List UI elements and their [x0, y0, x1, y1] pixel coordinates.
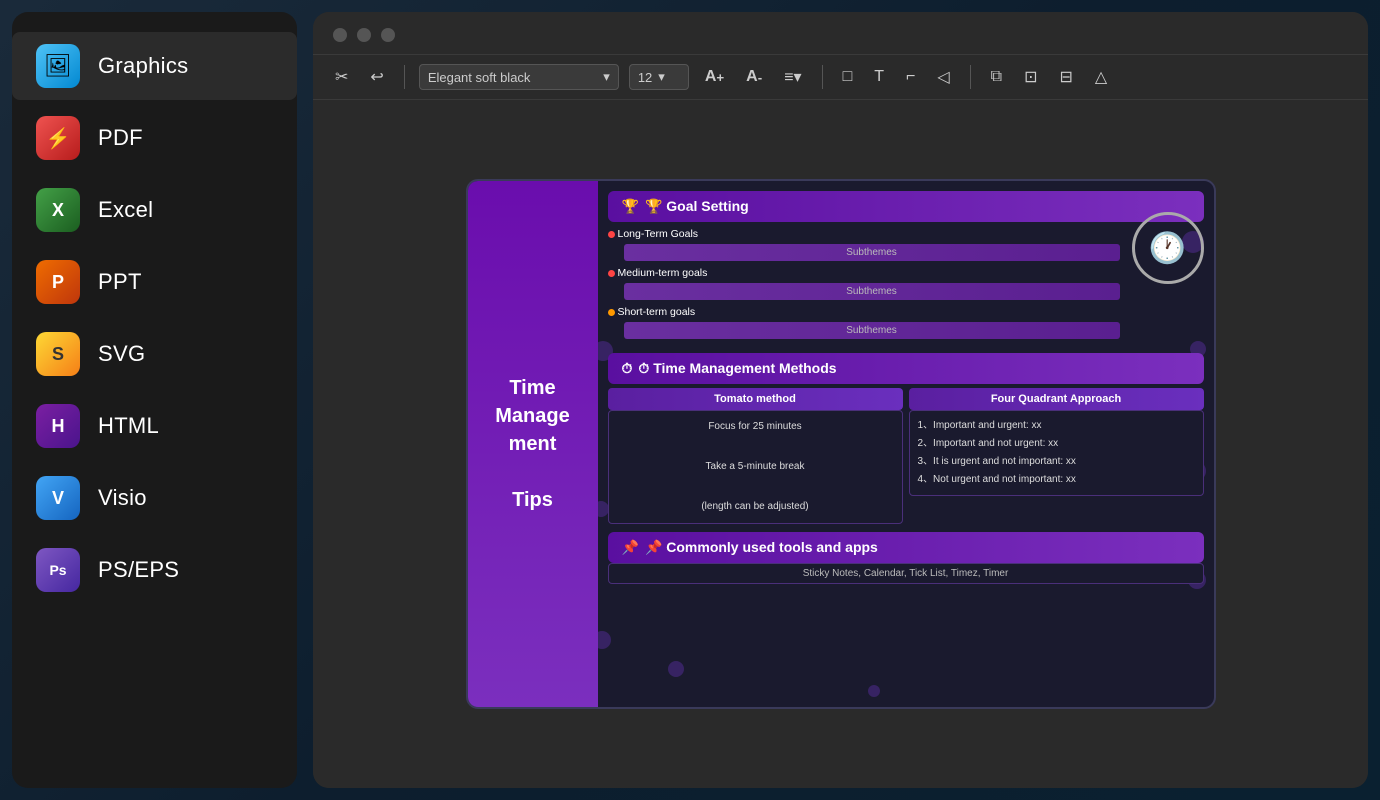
goal-label-long: Long-Term Goals	[608, 228, 699, 240]
sidebar-label-graphics: Graphics	[98, 53, 188, 79]
clock-icon: 🕐	[1132, 212, 1204, 284]
font-name-value: Elegant soft black	[428, 70, 531, 85]
toolbar-sep-2	[822, 65, 823, 89]
graphics-icon: 🖼	[36, 44, 80, 88]
goal-rows: Long-Term Goals Subthemes	[608, 228, 1204, 339]
group-button[interactable]: ⊡	[1018, 63, 1043, 91]
sidebar-label-html: HTML	[98, 413, 159, 439]
tomato-header: Tomato method	[608, 388, 903, 410]
goal-row-medium: Medium-term goals	[608, 267, 1120, 279]
sidebar-label-pdf: PDF	[98, 125, 143, 151]
goal-setting-header: 🏆 🏆 Goal Setting	[608, 191, 1204, 222]
sidebar-label-pseps: PS/EPS	[98, 557, 179, 583]
ppt-icon: P	[36, 260, 80, 304]
subtheme-short: Subthemes	[624, 322, 1120, 339]
pseps-icon: Ps	[36, 548, 80, 592]
goal-label-short: Short-term goals	[608, 306, 696, 318]
subtheme-row-medium: Subthemes	[608, 283, 1120, 300]
font-size-dropdown[interactable]: 12 ▾	[629, 64, 689, 90]
send-back-button[interactable]: △	[1089, 63, 1113, 91]
sidebar-item-visio[interactable]: V Visio	[12, 464, 297, 532]
connector-button[interactable]: ⌐	[900, 64, 921, 90]
goal-row-short: Short-term goals	[608, 306, 1120, 318]
dot-minimize[interactable]	[357, 28, 371, 42]
goal-setting-section: 🏆 🏆 Goal Setting 🕐 Long-Ter	[608, 191, 1204, 345]
tools-title: 📌 Commonly used tools and apps	[645, 539, 878, 556]
svg-icon: S	[36, 332, 80, 376]
sidebar-item-pdf[interactable]: ⚡ PDF	[12, 104, 297, 172]
mindmap-canvas: TimeManagementTips 🏆 🏆 Goal Setting 🕐	[466, 179, 1216, 709]
rectangle-button[interactable]: □	[837, 64, 859, 90]
sidebar-item-html[interactable]: H HTML	[12, 392, 297, 460]
cut-button[interactable]: ✂	[329, 63, 354, 91]
bullet-long	[608, 231, 615, 238]
visio-icon: V	[36, 476, 80, 520]
pdf-icon: ⚡	[36, 116, 80, 160]
bullet-medium	[608, 270, 615, 277]
sidebar-label-ppt: PPT	[98, 269, 142, 295]
toolbar-sep-1	[404, 65, 405, 89]
methods-title: ⏱ Time Management Methods	[638, 360, 836, 377]
text-button[interactable]: T	[868, 64, 890, 90]
goal-text-short: Short-term goals	[618, 306, 696, 318]
tools-section: 📌 📌 Commonly used tools and apps Sticky …	[608, 532, 1204, 584]
quadrant-header: Four Quadrant Approach	[909, 388, 1204, 410]
toolbar-sep-3	[970, 65, 971, 89]
tomato-body: Focus for 25 minutes Take a 5-minute bre…	[608, 410, 903, 524]
sidebar-label-svg: SVG	[98, 341, 145, 367]
undo-button[interactable]: ↩	[364, 63, 389, 91]
font-name-dropdown[interactable]: Elegant soft black ▾	[419, 64, 619, 90]
font-name-chevron: ▾	[603, 69, 610, 85]
font-size-value: 12	[638, 70, 652, 85]
excel-icon: X	[36, 188, 80, 232]
sidebar-item-graphics[interactable]: 🖼 Graphics	[12, 32, 297, 100]
arrow-button[interactable]: ◁	[931, 63, 955, 91]
font-size-chevron: ▾	[658, 69, 665, 85]
main-panel: ✂ ↩ Elegant soft black ▾ 12 ▾ A+ A- ≡▾ □…	[313, 12, 1368, 788]
subtheme-row-short: Subthemes	[608, 322, 1120, 339]
goal-text-long: Long-Term Goals	[618, 228, 699, 240]
subtheme-medium: Subthemes	[624, 283, 1120, 300]
methods-section: ⏱ ⏱ Time Management Methods Tomato metho…	[608, 353, 1204, 524]
goal-setting-title: 🏆 Goal Setting	[645, 198, 749, 215]
mindmap-title: TimeManagementTips	[485, 364, 579, 524]
sidebar-item-pseps[interactable]: Ps PS/EPS	[12, 536, 297, 604]
goal-row-long: Long-Term Goals	[608, 228, 1120, 240]
sidebar: 🖼 Graphics ⚡ PDF X Excel P PPT S SVG H H…	[12, 12, 297, 788]
quadrant-body: 1、Important and urgent: xx 2、Important a…	[909, 410, 1204, 496]
sidebar-label-visio: Visio	[98, 485, 147, 511]
sidebar-label-excel: Excel	[98, 197, 153, 223]
tools-icon: 📌	[622, 539, 639, 556]
font-increase-button[interactable]: A+	[699, 64, 730, 90]
toolbar: ✂ ↩ Elegant soft black ▾ 12 ▾ A+ A- ≡▾ □…	[313, 54, 1368, 100]
mindmap-right-content: 🏆 🏆 Goal Setting 🕐 Long-Ter	[608, 191, 1204, 697]
mindmap-left-bar: TimeManagementTips	[468, 181, 598, 707]
sidebar-item-svg[interactable]: S SVG	[12, 320, 297, 388]
dot-close[interactable]	[333, 28, 347, 42]
goal-setting-icon: 🏆	[622, 198, 639, 215]
goal-label-medium: Medium-term goals	[608, 267, 708, 279]
tools-body: Sticky Notes, Calendar, Tick List, Timez…	[608, 563, 1204, 584]
methods-grid: Tomato method Focus for 25 minutes Take …	[608, 388, 1204, 524]
html-icon: H	[36, 404, 80, 448]
ungroup-button[interactable]: ⊟	[1054, 63, 1079, 91]
tools-header: 📌 📌 Commonly used tools and apps	[608, 532, 1204, 563]
font-decrease-button[interactable]: A-	[740, 64, 768, 90]
align-button[interactable]: ≡▾	[778, 63, 807, 91]
dot-maximize[interactable]	[381, 28, 395, 42]
layers-button[interactable]: ⧉	[985, 64, 1008, 90]
methods-icon: ⏱	[622, 360, 633, 377]
quadrant-col: Four Quadrant Approach 1、Important and u…	[909, 388, 1204, 524]
sidebar-item-excel[interactable]: X Excel	[12, 176, 297, 244]
sidebar-item-ppt[interactable]: P PPT	[12, 248, 297, 316]
canvas-area[interactable]: TimeManagementTips 🏆 🏆 Goal Setting 🕐	[313, 100, 1368, 788]
goal-text-medium: Medium-term goals	[618, 267, 708, 279]
subtheme-row-long: Subthemes	[608, 244, 1120, 261]
window-controls	[313, 12, 1368, 54]
bullet-short	[608, 309, 615, 316]
tomato-col: Tomato method Focus for 25 minutes Take …	[608, 388, 903, 524]
subtheme-long: Subthemes	[624, 244, 1120, 261]
methods-header: ⏱ ⏱ Time Management Methods	[608, 353, 1204, 384]
